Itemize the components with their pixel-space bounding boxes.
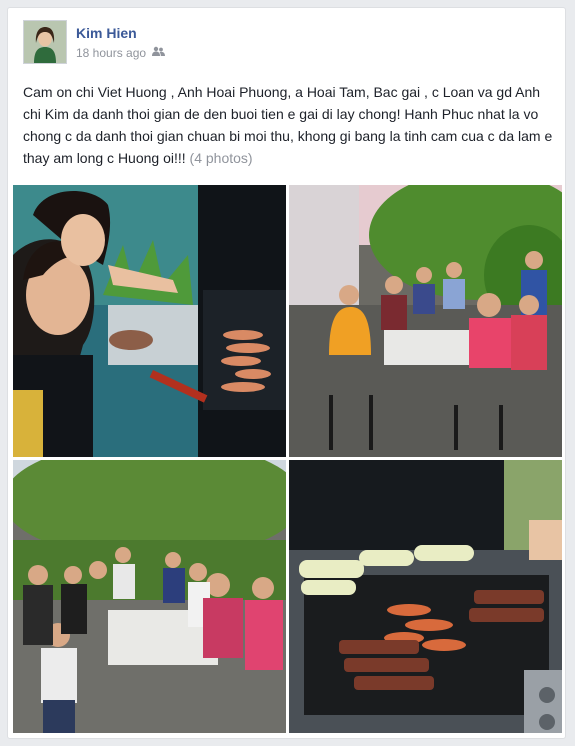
photo-family-table[interactable] bbox=[13, 460, 286, 733]
avatar[interactable] bbox=[23, 20, 67, 64]
post-meta: 18 hours ago bbox=[76, 46, 166, 60]
timestamp[interactable]: 18 hours ago bbox=[76, 46, 146, 60]
photos-count-link[interactable]: (4 photos) bbox=[190, 150, 253, 166]
post-card: Kim Hien 18 hours ago Cam on chi Viet Hu… bbox=[7, 7, 566, 739]
photo-selfie-grill[interactable] bbox=[13, 185, 286, 457]
post-body: Cam on chi Viet Huong , Anh Hoai Phuong,… bbox=[23, 84, 553, 166]
author-name[interactable]: Kim Hien bbox=[76, 25, 137, 41]
post-text: Cam on chi Viet Huong , Anh Hoai Phuong,… bbox=[23, 81, 555, 169]
photo-patio-table[interactable] bbox=[289, 185, 562, 457]
friends-icon[interactable] bbox=[152, 46, 166, 60]
photo-grill-food[interactable] bbox=[289, 460, 562, 733]
